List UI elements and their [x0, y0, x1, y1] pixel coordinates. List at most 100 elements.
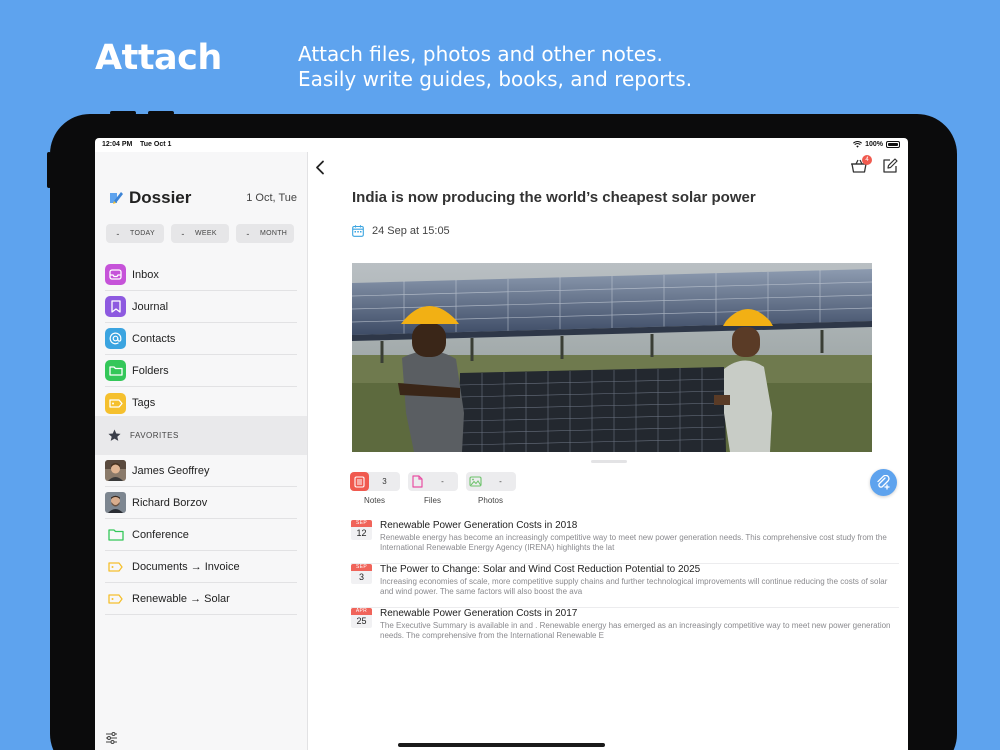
sliders-icon[interactable]	[105, 731, 118, 749]
calendar-date-badge: APR 25	[351, 608, 372, 628]
list-item-excerpt: The Executive Summary is available in an…	[380, 621, 891, 640]
list-item-text: Renewable Power Generation Costs in 2017…	[380, 608, 899, 641]
favorite-documents-invoice[interactable]: Documents → Invoice	[105, 551, 297, 583]
sidebar-date: 1 Oct, Tue	[246, 192, 297, 204]
range-today-button[interactable]: - TODAY	[106, 224, 164, 243]
favorite-label: Documents → Invoice	[132, 560, 240, 573]
drag-handle[interactable]	[591, 460, 627, 463]
favorite-label: James Geoffrey	[132, 464, 210, 477]
range-week-value: -	[181, 228, 185, 239]
back-button[interactable]	[315, 160, 325, 180]
note-title[interactable]: India is now producing the world’s cheap…	[352, 189, 756, 206]
calendar-date-badge: SEP 12	[351, 520, 372, 540]
list-item[interactable]: SEP 3 The Power to Change: Solar and Win…	[351, 564, 899, 608]
sidebar-item-tags[interactable]: Tags	[105, 387, 297, 419]
sidebar-menu: Inbox Journal Contacts Folders Tags	[105, 259, 297, 419]
attachment-chip: -	[466, 472, 516, 491]
list-item-excerpt: Increasing economies of scale, more comp…	[380, 577, 888, 596]
attachment-photos-button[interactable]: - Photos	[466, 472, 516, 505]
sidebar-item-journal[interactable]: Journal	[105, 291, 297, 323]
attach-floating-button[interactable]	[870, 469, 897, 496]
tablet-screen: 12:04 PM Tue Oct 1 100% Dossier 1 Oct, T…	[95, 138, 908, 750]
favorite-label: Richard Borzov	[132, 496, 208, 509]
battery-percent: 100%	[865, 141, 883, 148]
avatar	[105, 492, 126, 513]
dossier-logo-icon	[110, 192, 123, 204]
favorite-james-geoffrey[interactable]: James Geoffrey	[105, 455, 297, 487]
compose-button[interactable]	[882, 158, 898, 179]
sidebar-item-inbox[interactable]: Inbox	[105, 259, 297, 291]
app-title: Dossier	[108, 188, 191, 208]
range-week-label: WEEK	[195, 230, 217, 237]
list-item[interactable]: SEP 12 Renewable Power Generation Costs …	[351, 520, 899, 564]
file-icon	[408, 472, 427, 491]
attachment-notes-button[interactable]: 3 Notes	[350, 472, 400, 505]
status-bar: 12:04 PM Tue Oct 1 100%	[95, 138, 908, 152]
hero-title: Attach	[95, 38, 222, 78]
inbox-icon	[105, 264, 126, 285]
related-notes-list: SEP 12 Renewable Power Generation Costs …	[351, 520, 899, 652]
compose-icon	[883, 158, 898, 173]
wifi-icon	[853, 141, 863, 148]
basket-badge: 4	[862, 155, 872, 165]
date-range-filters: - TODAY - WEEK - MONTH	[106, 224, 294, 243]
hero-subtitle: Attach files, photos and other notes. Ea…	[298, 42, 692, 92]
avatar	[105, 460, 126, 481]
calendar-month: SEP	[351, 564, 372, 571]
app-name: Dossier	[129, 188, 192, 207]
range-week-button[interactable]: - WEEK	[171, 224, 229, 243]
folder-icon	[105, 360, 126, 381]
favorite-richard-borzov[interactable]: Richard Borzov	[105, 487, 297, 519]
calendar-month: APR	[351, 608, 372, 615]
basket-button[interactable]: 4	[850, 155, 872, 179]
status-right: 100%	[853, 141, 900, 148]
tag-icon	[105, 392, 126, 414]
status-time: 12:04 PM	[102, 141, 133, 148]
paperclip-add-icon	[877, 475, 890, 490]
sidebar: Dossier 1 Oct, Tue - TODAY - WEEK - MONT…	[95, 152, 308, 750]
at-icon	[105, 328, 126, 349]
sidebar-item-contacts[interactable]: Contacts	[105, 323, 297, 355]
sidebar-item-label: Contacts	[132, 332, 176, 345]
battery-icon	[886, 141, 900, 148]
range-today-value: -	[116, 228, 120, 239]
range-month-value: -	[246, 228, 250, 239]
calendar-day: 25	[351, 615, 372, 628]
attachment-count: -	[441, 477, 444, 486]
attachment-label: Notes	[364, 496, 385, 505]
list-item-excerpt: Renewable energy has become an increasin…	[380, 533, 887, 552]
attachment-count: -	[499, 477, 502, 486]
favorite-label: Renewable → Solar	[132, 592, 230, 605]
list-item[interactable]: APR 25 Renewable Power Generation Costs …	[351, 608, 899, 652]
attachment-count: 3	[382, 477, 387, 486]
calendar-day: 3	[351, 571, 372, 584]
calendar-icon	[352, 225, 364, 237]
chevron-left-icon	[316, 160, 324, 175]
hero-subtitle-line-2: Easily write guides, books, and reports.	[298, 67, 693, 91]
list-item-text: The Power to Change: Solar and Wind Cost…	[380, 564, 899, 597]
note-date: 24 Sep at 15:05	[352, 225, 450, 237]
range-month-label: MONTH	[260, 230, 288, 237]
folder-outline-icon	[105, 524, 126, 545]
favorite-label: Conference	[132, 528, 189, 541]
attachment-label: Photos	[478, 496, 503, 505]
note-toolbar: 4	[850, 155, 898, 179]
list-item-title: Renewable Power Generation Costs in 2018	[380, 520, 578, 531]
note-date-text: 24 Sep at 15:05	[372, 225, 450, 237]
sidebar-item-folders[interactable]: Folders	[105, 355, 297, 387]
list-item-title: Renewable Power Generation Costs in 2017	[380, 608, 578, 619]
attachment-label: Files	[424, 496, 441, 505]
favorites-header: FAVORITES	[95, 416, 307, 455]
favorite-renewable-solar[interactable]: Renewable → Solar	[105, 583, 297, 615]
list-item-text: Renewable Power Generation Costs in 2018…	[380, 520, 899, 553]
hero-subtitle-line-1: Attach files, photos and other notes.	[298, 42, 663, 66]
status-date: Tue Oct 1	[140, 141, 172, 148]
home-indicator[interactable]	[398, 743, 605, 747]
note-photo-solar-workers[interactable]	[352, 263, 872, 452]
attachment-files-button[interactable]: - Files	[408, 472, 458, 505]
range-month-button[interactable]: - MONTH	[236, 224, 294, 243]
favorite-conference[interactable]: Conference	[105, 519, 297, 551]
list-item-title: The Power to Change: Solar and Wind Cost…	[380, 564, 701, 575]
bookmark-icon	[105, 296, 126, 317]
attachments-row: 3 Notes - Files - Photos	[350, 472, 516, 505]
